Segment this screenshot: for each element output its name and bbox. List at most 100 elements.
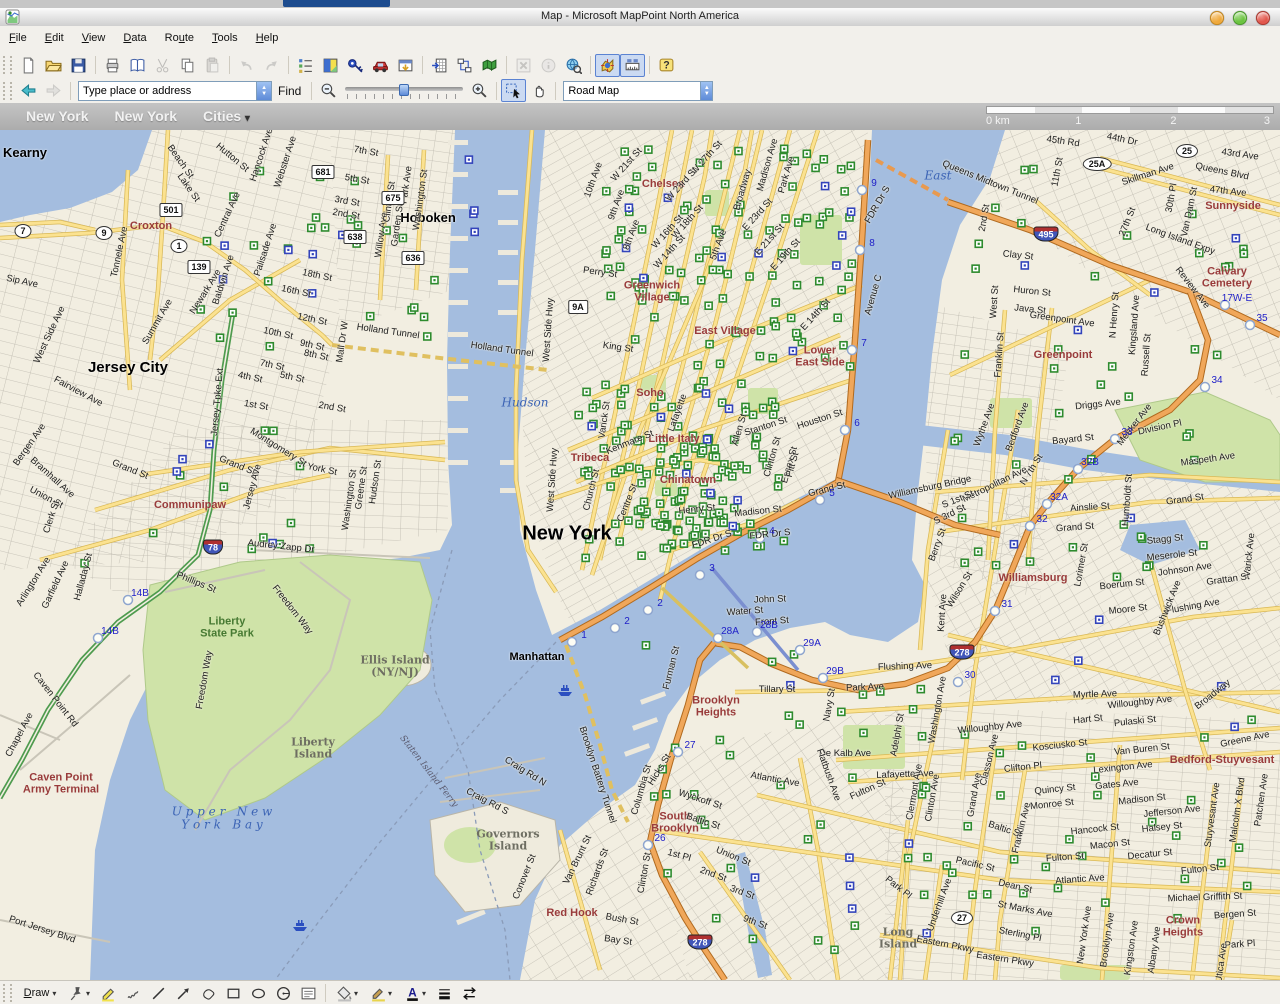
toolbar-grip[interactable] xyxy=(3,984,12,1002)
find-input[interactable] xyxy=(79,83,256,99)
pushpin-green xyxy=(1066,836,1073,843)
save-icon[interactable] xyxy=(66,54,91,77)
close-button[interactable] xyxy=(1256,11,1270,25)
open-icon[interactable] xyxy=(41,54,66,77)
pushpin-green xyxy=(1181,875,1188,882)
redo-icon[interactable] xyxy=(259,54,284,77)
spinner-icon[interactable]: ▲▼ xyxy=(256,82,271,100)
radius-circle-icon[interactable] xyxy=(271,982,296,1004)
route-planner-icon[interactable] xyxy=(368,54,393,77)
pushpin-green xyxy=(733,329,740,336)
pushpin-icon[interactable]: ▾ xyxy=(62,982,96,1004)
pushpin-green xyxy=(306,545,313,552)
pan-tool-button[interactable] xyxy=(526,79,551,102)
draw-menu-button[interactable]: Draw▾ xyxy=(16,982,62,1004)
menu-view[interactable]: View xyxy=(73,26,115,44)
toolbar-grip[interactable] xyxy=(3,56,12,74)
position-scale-icon[interactable] xyxy=(620,54,645,77)
find-button[interactable]: Find xyxy=(278,84,301,98)
export-excel-icon[interactable] xyxy=(511,54,536,77)
pushpin-green xyxy=(1013,461,1020,468)
help-icon[interactable]: ? xyxy=(654,54,679,77)
pushpin-blue xyxy=(752,874,759,881)
map-style-combobox[interactable]: ▲▼ xyxy=(563,81,713,101)
pushpin-green xyxy=(689,506,696,513)
undo-icon[interactable] xyxy=(234,54,259,77)
back-button[interactable] xyxy=(16,79,41,102)
separator xyxy=(311,82,312,100)
pushpin-green xyxy=(735,148,742,155)
zoom-slider-thumb[interactable] xyxy=(399,84,409,96)
paste-icon[interactable] xyxy=(200,54,225,77)
pushpin-green xyxy=(637,506,644,513)
minimize-button[interactable] xyxy=(1210,11,1224,25)
zoom-slider[interactable] xyxy=(345,82,463,100)
pushpin-green xyxy=(924,854,931,861)
pushpin-green xyxy=(664,870,671,877)
rectangle-icon[interactable] xyxy=(221,982,246,1004)
menu-route[interactable]: Route xyxy=(156,26,203,44)
title-bar[interactable]: Map - Microsoft MapPoint North America xyxy=(0,8,1280,27)
tab-new-york[interactable]: New York xyxy=(115,108,178,124)
line-style-icon[interactable] xyxy=(432,982,457,1004)
legend-icon[interactable] xyxy=(293,54,318,77)
menu-help[interactable]: Help xyxy=(247,26,288,44)
menu-data[interactable]: Data xyxy=(114,26,155,44)
scribble-icon[interactable] xyxy=(121,982,146,1004)
print-icon[interactable] xyxy=(100,54,125,77)
window-export-icon[interactable] xyxy=(393,54,418,77)
import-data-icon[interactable] xyxy=(427,54,452,77)
web-search-icon[interactable] xyxy=(561,54,586,77)
line-color-icon[interactable]: ▾ xyxy=(364,982,398,1004)
pushpin-green xyxy=(411,304,418,311)
font-color-icon[interactable]: A▾ xyxy=(398,982,432,1004)
menu-edit[interactable]: Edit xyxy=(36,26,73,44)
pushpin-green xyxy=(651,404,658,411)
pushpin-green xyxy=(778,250,785,257)
pushpin-green xyxy=(760,451,767,458)
tab-cities[interactable]: Cities ▾ xyxy=(203,108,250,124)
menu-tools[interactable]: Tools xyxy=(203,26,247,44)
select-tool-button[interactable] xyxy=(501,79,526,102)
zoom-in-button[interactable] xyxy=(467,79,492,102)
freeform-icon[interactable] xyxy=(196,982,221,1004)
arrow-icon[interactable] xyxy=(171,982,196,1004)
pushpin-green xyxy=(651,314,658,321)
oval-icon[interactable] xyxy=(246,982,271,1004)
location-sensor-icon[interactable] xyxy=(595,54,620,77)
link-data-icon[interactable] xyxy=(452,54,477,77)
find-combobox[interactable]: ▲▼ xyxy=(78,81,272,101)
pushpin-green xyxy=(735,209,742,216)
menu-file[interactable]: File xyxy=(0,26,36,44)
tab-new-york[interactable]: New York xyxy=(26,108,89,124)
territory-icon[interactable] xyxy=(477,54,502,77)
toolbar-grip[interactable] xyxy=(3,82,12,100)
map-canvas[interactable]: KearnyHobokenJersey CityNew YorkManhatta… xyxy=(0,130,1280,980)
pushpin-green xyxy=(603,247,610,254)
line-icon[interactable] xyxy=(146,982,171,1004)
highlight-icon[interactable] xyxy=(96,982,121,1004)
insert-info-icon[interactable] xyxy=(536,54,561,77)
map-scale-bar: 0 km123 xyxy=(986,106,1274,128)
cut-icon[interactable] xyxy=(150,54,175,77)
zoom-button[interactable] xyxy=(1233,11,1247,25)
forward-button[interactable] xyxy=(41,79,66,102)
data-mapping-icon[interactable] xyxy=(318,54,343,77)
zoom-out-button[interactable] xyxy=(316,79,341,102)
pushpin-green xyxy=(1054,885,1061,892)
pushpin-green xyxy=(287,520,294,527)
print-preview-icon[interactable] xyxy=(125,54,150,77)
pushpin-blue xyxy=(1231,723,1238,730)
arrows-swap-icon[interactable] xyxy=(457,982,482,1004)
new-icon[interactable] xyxy=(16,54,41,77)
pushpin-green xyxy=(816,221,823,228)
text-box-icon[interactable] xyxy=(296,982,321,1004)
spinner-icon[interactable]: ▲▼ xyxy=(700,82,712,100)
map-style-value[interactable] xyxy=(564,83,700,99)
pushpin-green xyxy=(700,479,707,486)
find-nearby-icon[interactable] xyxy=(343,54,368,77)
fill-color-icon[interactable]: ▾ xyxy=(330,982,364,1004)
pushpin-green xyxy=(1109,363,1116,370)
copy-icon[interactable] xyxy=(175,54,200,77)
pushpin-green xyxy=(964,823,971,830)
